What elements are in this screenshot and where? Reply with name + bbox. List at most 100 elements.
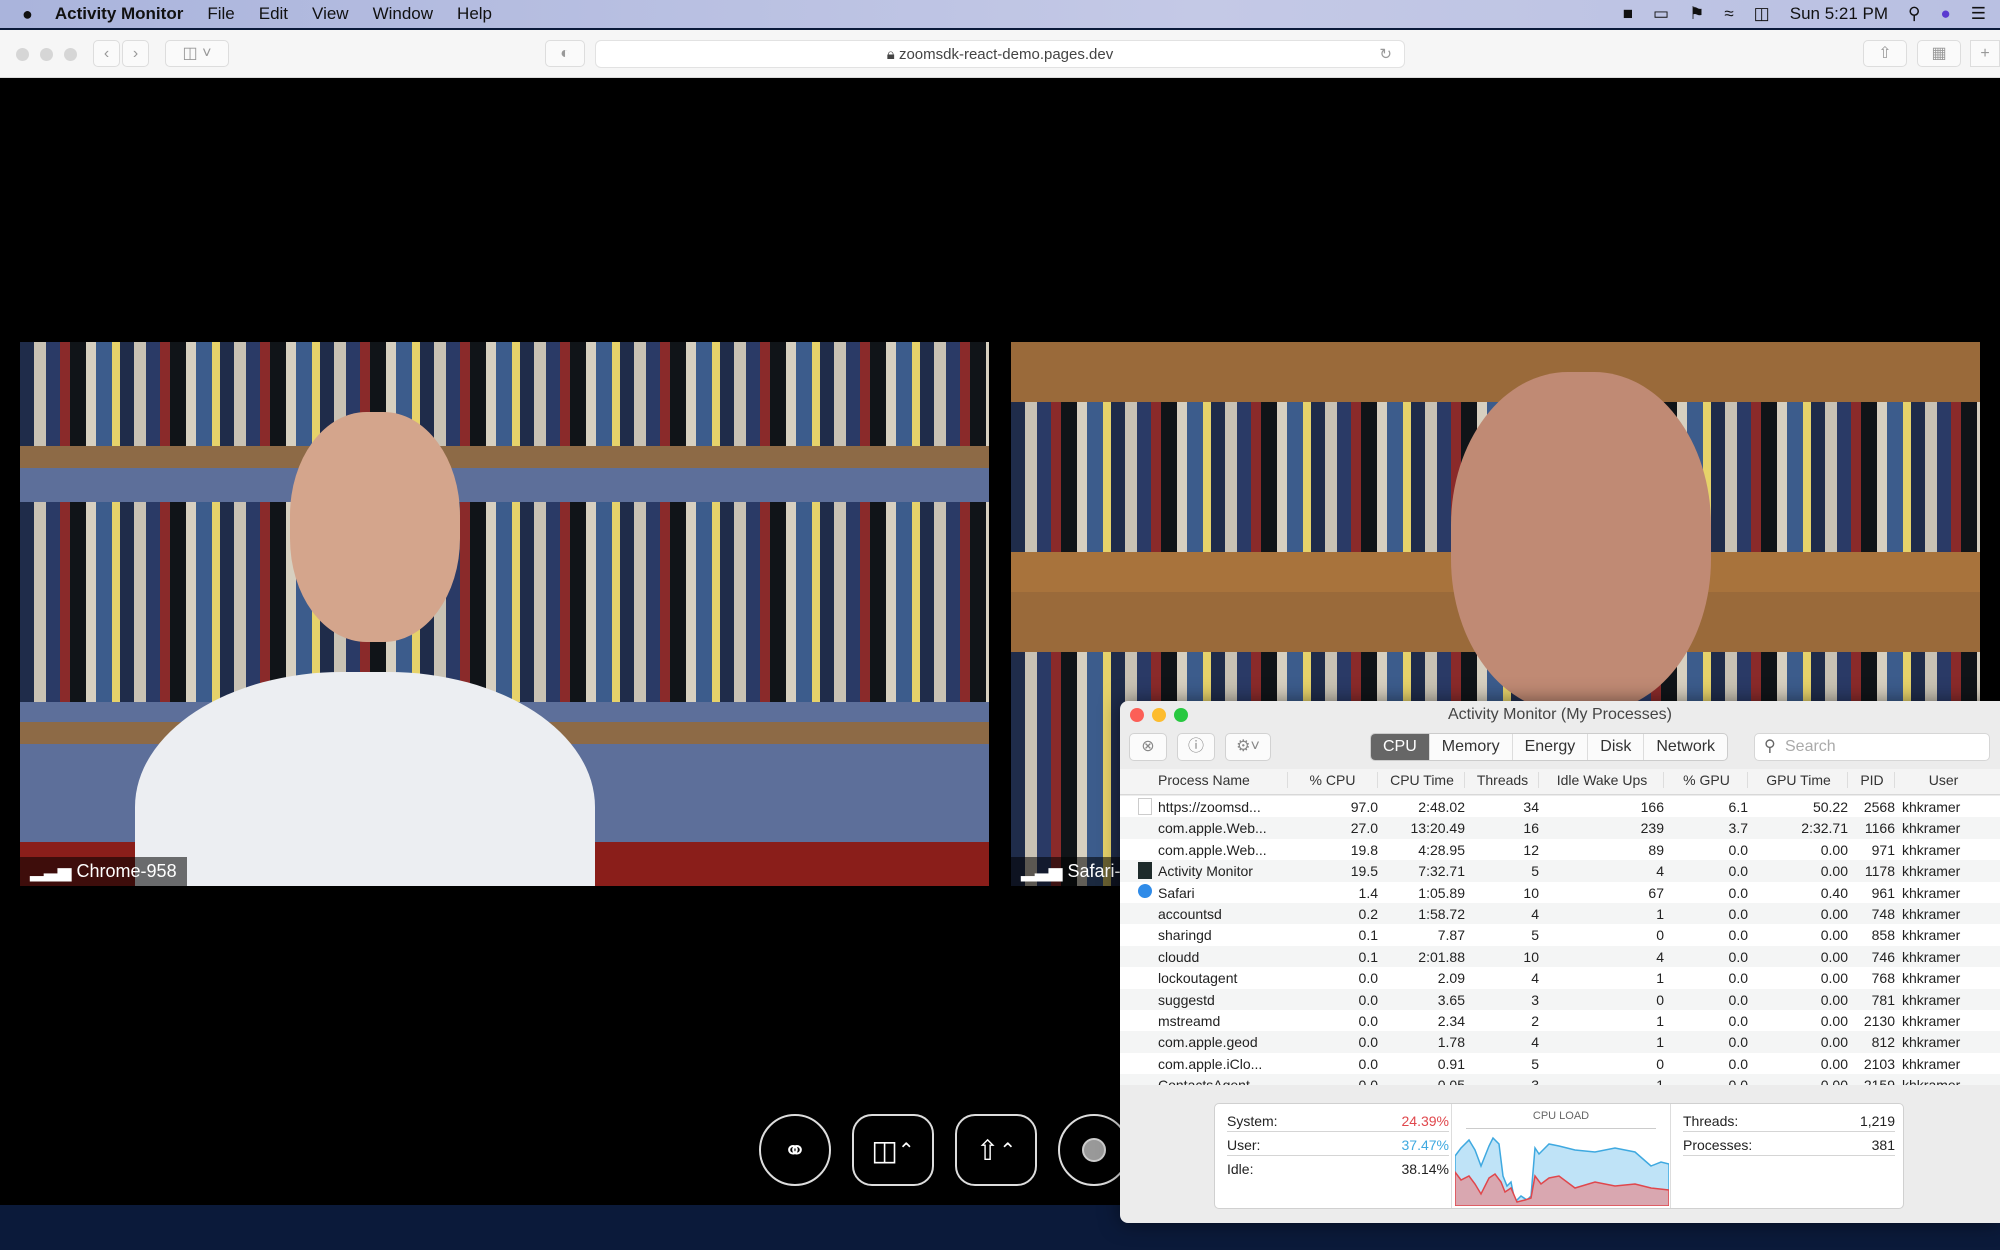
cell-5: 0.0 [1728, 1034, 1748, 1051]
airplay-icon[interactable]: ▭ [1653, 4, 1669, 24]
table-row[interactable]: com.apple.iClo... 0.0 0.91 5 0 0.0 0.00 2103 khk… [1120, 1053, 2000, 1074]
wifi-icon[interactable]: ≈ [1724, 4, 1733, 24]
tab-network[interactable]: Network [1644, 734, 1727, 760]
column-header[interactable]: PID [1850, 772, 1895, 788]
column-header[interactable]: GPU Time [1750, 772, 1848, 788]
signal-icon: ▂▃▅ [1021, 861, 1068, 881]
video-button[interactable]: ◫ ⌃ [852, 1114, 934, 1186]
table-row[interactable]: sharingd 0.1 7.87 5 0 0.0 0.00 858 khkramer [1120, 924, 2000, 945]
tab-disk[interactable]: Disk [1588, 734, 1645, 760]
cell-2: 2.09 [1437, 970, 1465, 987]
cell-5: 3.7 [1728, 820, 1748, 837]
cell-4: 1 [1656, 1034, 1664, 1051]
table-row[interactable]: mstreamd 0.0 2.34 2 1 0.0 0.00 2130 khkramer [1120, 1010, 2000, 1031]
close-window-button[interactable] [16, 48, 29, 61]
participant-person [1451, 372, 1711, 712]
menu-edit[interactable]: Edit [259, 4, 288, 24]
menu-window[interactable]: Window [373, 4, 433, 24]
table-row[interactable]: ContactsAgent0.00.05310.00.002159khkrame… [1120, 1074, 2000, 1085]
battery-icon[interactable]: ◫ [1754, 4, 1770, 24]
cell-1: 19.5 [1350, 863, 1378, 880]
column-header[interactable]: Process Name [1158, 772, 1288, 788]
chevron-up-icon[interactable]: ⌃ [999, 1138, 1016, 1163]
table-row[interactable]: https://zoomsd... 97.0 2:48.02 34 166 6.1 50.2… [1120, 796, 2000, 817]
menu-view[interactable]: View [312, 4, 349, 24]
user-stat: User: 37.47% [1227, 1132, 1449, 1156]
cell-1: 0.0 [1358, 1034, 1378, 1051]
cell-0: com.apple.Web... [1158, 820, 1267, 837]
forward-button[interactable]: › [122, 40, 149, 67]
tab-cpu[interactable]: CPU [1371, 734, 1430, 760]
tab-energy[interactable]: Energy [1513, 734, 1589, 760]
tab-memory[interactable]: Memory [1430, 734, 1513, 760]
camera-icon[interactable]: ■ [1623, 4, 1633, 24]
minimize-window-button[interactable] [40, 48, 53, 61]
cell-8: khkramer [1902, 863, 1961, 880]
gear-menu-button[interactable]: ⚙˅ [1225, 733, 1271, 761]
menu-help[interactable]: Help [457, 4, 492, 24]
table-row[interactable]: com.apple.Web... 27.0 13:20.49 16 239 3.7 2:32… [1120, 817, 2000, 839]
audio-button[interactable]: ⚭ [759, 1114, 831, 1186]
threads-stat: Threads: 1,219 [1683, 1108, 1895, 1132]
cell-2: 0.91 [1437, 1055, 1465, 1072]
cell-7: 746 [1871, 948, 1895, 965]
chevron-up-icon[interactable]: ⌃ [898, 1138, 915, 1163]
flag-icon[interactable]: ⚑ [1689, 4, 1704, 24]
cell-2: 4:28.95 [1418, 841, 1465, 858]
table-row[interactable]: Safari 1.4 1:05.89 10 67 0.0 0.40 961 khkramer [1120, 882, 2000, 903]
cell-1: 27.0 [1350, 820, 1378, 837]
sidebar-toggle-button[interactable]: ◫ ˅ [165, 40, 229, 67]
clock[interactable]: Sun 5:21 PM [1790, 4, 1888, 24]
siri-icon[interactable]: ● [1940, 4, 1950, 24]
cell-3: 16 [1523, 820, 1539, 837]
menu-app-name[interactable]: Activity Monitor [55, 4, 183, 24]
cell-8: khkramer [1902, 841, 1961, 858]
cell-5: 0.0 [1666, 1077, 1748, 1085]
share-screen-button[interactable]: ⇧ ⌃ [955, 1114, 1037, 1186]
cell-2: 2:48.02 [1418, 799, 1465, 815]
new-tab-button[interactable]: + [1970, 40, 2000, 67]
table-header: Process Name% CPU CPU Time Threads Idle Wak… [1120, 769, 2000, 795]
back-button[interactable]: ‹ [93, 40, 120, 67]
column-header[interactable]: % CPU [1288, 772, 1378, 788]
table-row[interactable]: com.apple.geod 0.0 1.78 4 1 0.0 0.00 812 khkrame… [1120, 1031, 2000, 1053]
privacy-shield-icon[interactable]: ◐ [545, 40, 585, 67]
column-header[interactable]: Threads [1467, 772, 1539, 788]
tab-overview-button[interactable]: ▦ [1917, 40, 1961, 67]
apple-icon[interactable]: ● [22, 4, 33, 25]
cell-6: 0.00 [1820, 927, 1848, 944]
column-header[interactable]: % GPU [1666, 772, 1748, 788]
cell-7: 781 [1871, 991, 1895, 1008]
table-row[interactable]: accountsd 0.2 1:58.72 4 1 0.0 0.00 748 khkramer [1120, 902, 2000, 925]
column-header[interactable]: Idle Wake Ups [1541, 772, 1664, 788]
stop-process-button[interactable]: ⊗ [1129, 733, 1167, 761]
cell-4: 1 [1656, 1012, 1664, 1029]
zoom-window-button[interactable] [64, 48, 77, 61]
table-row[interactable]: lockoutagent 0.0 2.09 4 1 0.0 0.00 768 khkramer [1120, 967, 2000, 988]
cell-1: 0.2 [1358, 905, 1378, 922]
control-center-icon[interactable]: ☰ [1971, 4, 1986, 24]
cell-7: 2159 [1850, 1077, 1895, 1085]
table-row[interactable]: com.apple.Web... 19.8 4:28.95 12 89 0.0 0.00 97… [1120, 839, 2000, 860]
cell-6: 0.00 [1820, 948, 1848, 965]
inspect-process-button[interactable]: ⓘ [1177, 733, 1215, 761]
table-row[interactable]: suggestd 0.0 3.65 3 0 0.0 0.00 781 khkramer [1120, 988, 2000, 1010]
cell-6: 0.00 [1820, 905, 1848, 922]
address-bar[interactable]: 🔒︎ zoomsdk-react-demo.pages.dev ↻ [595, 40, 1405, 68]
column-header[interactable]: User [1897, 772, 1990, 788]
table-row[interactable]: Activity Monitor 19.5 7:32.71 5 4 0.0 0.00 1178… [1120, 860, 2000, 882]
table-row[interactable]: cloudd 0.1 2:01.88 10 4 0.0 0.00 746 khkramer [1120, 945, 2000, 968]
column-header[interactable]: CPU Time [1380, 772, 1465, 788]
cell-8: khkramer [1902, 905, 1961, 922]
search-input[interactable]: ⚲ Search [1754, 733, 1990, 761]
spotlight-icon[interactable]: ⚲ [1908, 4, 1920, 24]
window-title: Activity Monitor (My Processes) [1447, 706, 1673, 723]
menu-file[interactable]: File [207, 4, 234, 24]
cell-5: 0.0 [1728, 884, 1748, 901]
cell-4: 89 [1648, 841, 1664, 858]
reload-icon[interactable]: ↻ [1379, 41, 1392, 68]
share-button[interactable]: ⇧ [1863, 40, 1907, 67]
processes-stat: Processes: 381 [1683, 1132, 1895, 1156]
cell-6: 0.00 [1820, 863, 1848, 880]
cell-8: khkramer [1902, 1012, 1961, 1029]
